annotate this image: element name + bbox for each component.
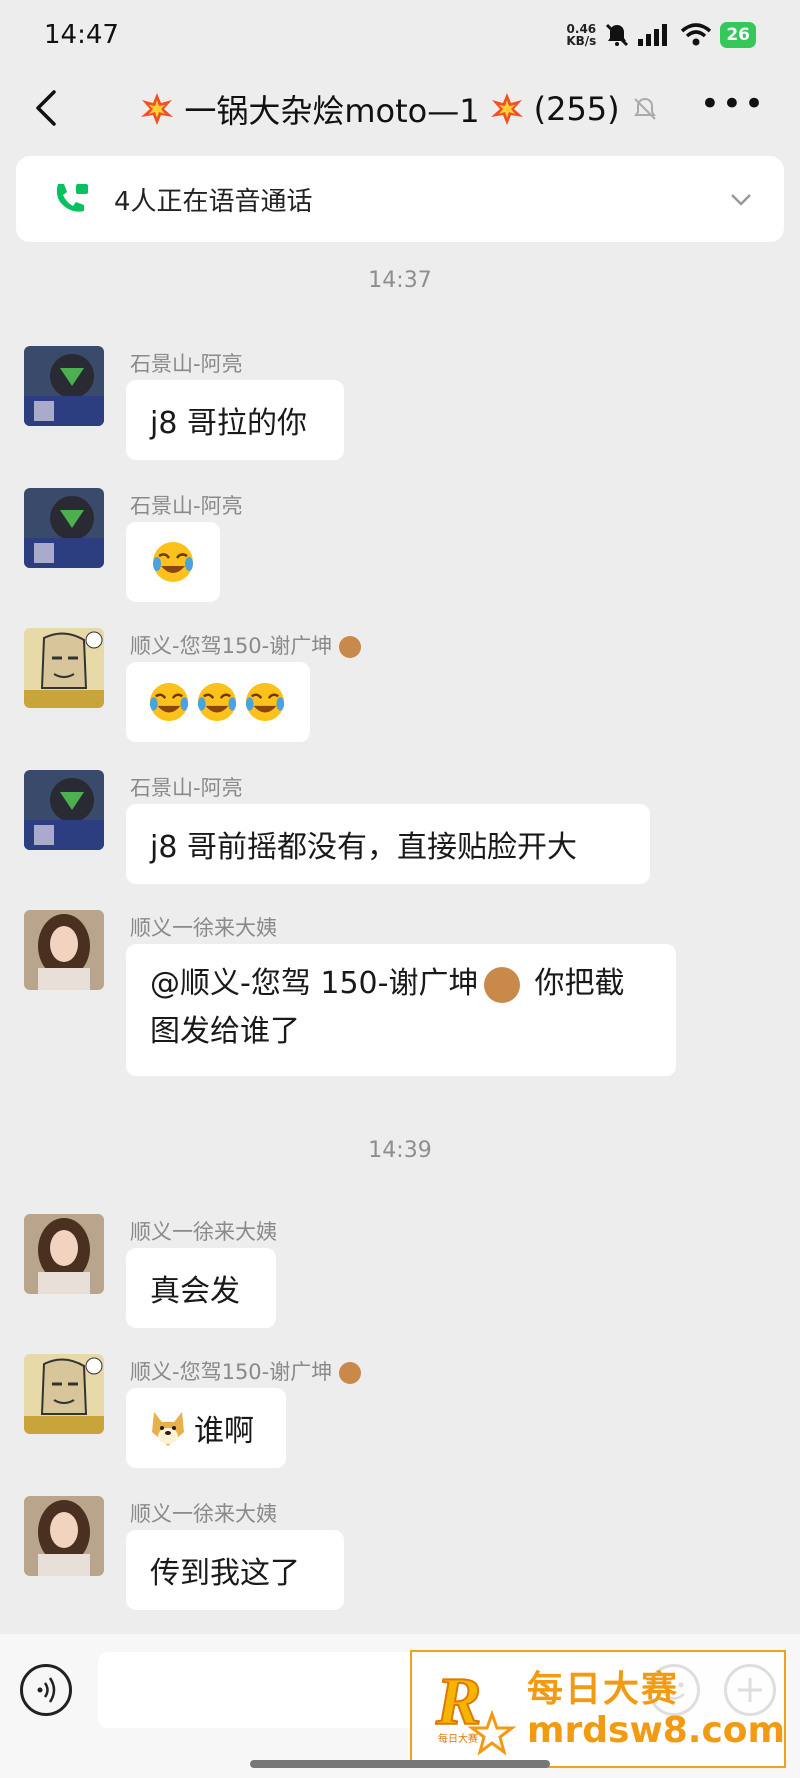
status-icons: 0.46 KB/s 26	[566, 22, 756, 48]
sender-name: 顺义一徐来大姨	[130, 1502, 277, 1526]
status-time: 14:47	[44, 20, 119, 50]
watermark-text: 每日大赛	[527, 1669, 680, 1710]
watermark-logo-icon: R 每日大赛	[434, 1662, 517, 1756]
message-line: @顺义-您驾 150-谢广坤 你把截	[150, 966, 625, 1003]
member-count: (255)	[533, 90, 620, 128]
message-bubble[interactable]: 传到我这了	[126, 1530, 344, 1610]
signal-icon	[638, 24, 668, 46]
doge-emoji-icon	[152, 1412, 184, 1446]
avatar-xulaidayi[interactable]	[24, 910, 104, 990]
explosion-emoji-icon	[141, 93, 174, 125]
message-bubble[interactable]	[126, 522, 220, 602]
wifi-icon	[681, 23, 712, 46]
battery-indicator: 26	[720, 22, 756, 48]
sender-name: 石景山-阿亮	[130, 352, 243, 376]
timestamp: 14:39	[368, 1138, 432, 1163]
muted-bell-icon	[633, 97, 656, 120]
avatar-xieguangkun[interactable]	[24, 628, 104, 708]
voice-call-icon	[56, 184, 88, 212]
monkey-emoji-icon	[338, 1362, 361, 1384]
crying-laughing-emoji-icon	[153, 542, 193, 582]
crying-laughing-emoji-icon	[149, 682, 189, 722]
sender-name: 顺义一徐来大姨	[130, 916, 277, 940]
chat-title: 一锅大杂烩moto—1 (255)	[0, 86, 800, 132]
message-bubble[interactable]: 真会发	[126, 1248, 276, 1328]
avatar-shijingshan[interactable]	[24, 488, 104, 568]
svg-text:每日大赛: 每日大赛	[438, 1732, 478, 1745]
avatar-xieguangkun[interactable]	[24, 1354, 104, 1434]
explosion-emoji-icon	[490, 93, 523, 125]
message-bubble[interactable]: j8 哥前摇都没有，直接贴脸开大	[126, 804, 650, 884]
sender-name: 顺义-您驾150-谢广坤	[130, 630, 361, 660]
crying-laughing-emoji-icon	[197, 682, 237, 722]
voice-call-text: 4人正在语音通话	[114, 186, 313, 217]
monkey-emoji-icon	[338, 636, 361, 658]
mention-text[interactable]: @顺义-您驾 150-谢广坤	[150, 966, 478, 1001]
mute-bell-icon	[606, 23, 629, 47]
sender-name: 顺义一徐来大姨	[130, 1220, 277, 1244]
sender-name: 石景山-阿亮	[130, 776, 243, 800]
avatar-shijingshan[interactable]	[24, 346, 104, 426]
voice-call-banner[interactable]: 4人正在语音通话	[16, 156, 784, 242]
network-speed: 0.46 KB/s	[566, 22, 597, 48]
home-indicator[interactable]	[250, 1760, 550, 1768]
message-bubble[interactable]: @顺义-您驾 150-谢广坤 你把截 图发给谁了	[126, 944, 676, 1076]
message-bubble[interactable]: 谁啊	[126, 1388, 286, 1468]
avatar-xulaidayi[interactable]	[24, 1496, 104, 1576]
sender-name: 石景山-阿亮	[130, 494, 243, 518]
more-options-button[interactable]: •••	[700, 87, 766, 121]
watermark: R 每日大赛 每日大赛 mrdsw8.com	[410, 1650, 786, 1768]
avatar-xulaidayi[interactable]	[24, 1214, 104, 1294]
chevron-down-icon[interactable]	[728, 186, 754, 212]
timestamp: 14:37	[368, 268, 432, 293]
crying-laughing-emoji-icon	[245, 682, 285, 722]
message-bubble[interactable]	[126, 662, 310, 742]
watermark-url: mrdsw8.com	[527, 1710, 786, 1751]
voice-input-button[interactable]	[20, 1664, 72, 1716]
avatar-shijingshan[interactable]	[24, 770, 104, 850]
message-bubble[interactable]: j8 哥拉的你	[126, 380, 344, 460]
sender-name: 顺义-您驾150-谢广坤	[130, 1356, 361, 1386]
voice-wave-icon	[37, 1677, 56, 1703]
chat-title-text: 一锅大杂烩moto—1	[184, 92, 480, 130]
message-line: 图发给谁了	[150, 1014, 300, 1049]
monkey-emoji-icon	[484, 966, 521, 1003]
